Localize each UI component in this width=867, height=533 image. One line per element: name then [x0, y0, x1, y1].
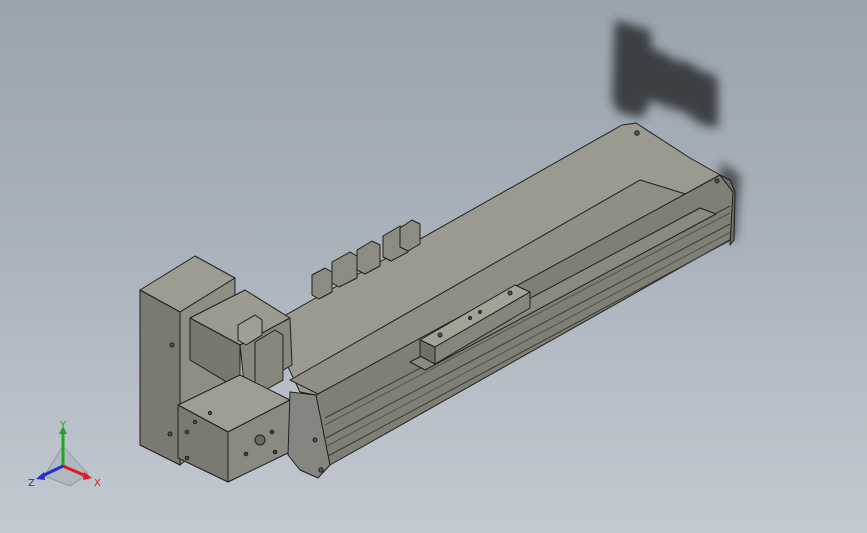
linear-actuator-model[interactable] [139, 122, 736, 483]
y-axis-label: Y [59, 420, 67, 431]
z-arrow-icon [36, 472, 45, 480]
motor-plate-front[interactable] [139, 289, 181, 466]
view-orientation-triad[interactable]: Y X Z [26, 418, 106, 494]
x-axis-label: X [94, 478, 101, 489]
graphics-viewport[interactable]: Y X Z [0, 0, 867, 533]
z-axis-label: Z [28, 478, 35, 489]
model-view[interactable] [0, 0, 867, 533]
